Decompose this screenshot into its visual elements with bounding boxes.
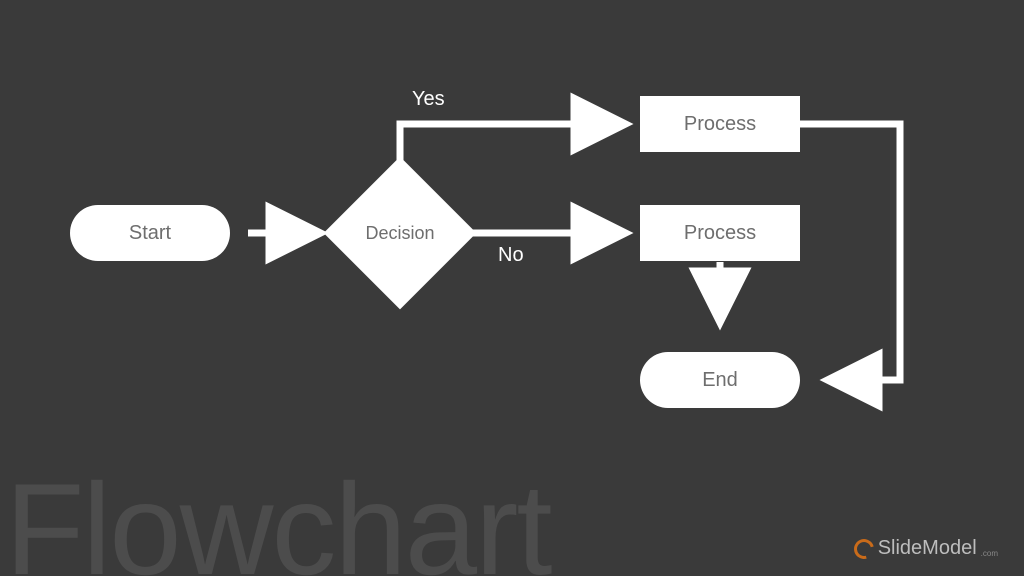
watermark-text: Flowchart [5, 454, 550, 576]
branch-yes-label: Yes [412, 88, 445, 111]
node-decision-label: Decision [365, 223, 434, 244]
node-start-label: Start [129, 222, 171, 245]
node-process-no: Process [640, 205, 800, 261]
slidemodel-logo: SlideModel .com [854, 537, 998, 560]
node-process-yes-label: Process [684, 113, 756, 136]
branch-no-label: No [498, 244, 524, 267]
logo-suffix: .com [981, 549, 998, 558]
logo-text: SlideModel [878, 537, 977, 560]
logo-ring-icon [850, 535, 877, 562]
node-process-yes: Process [640, 96, 800, 152]
node-process-no-label: Process [684, 222, 756, 245]
node-decision: Decision [346, 179, 454, 287]
node-end-label: End [702, 369, 738, 392]
node-start: Start [70, 205, 230, 261]
node-end: End [640, 352, 800, 408]
